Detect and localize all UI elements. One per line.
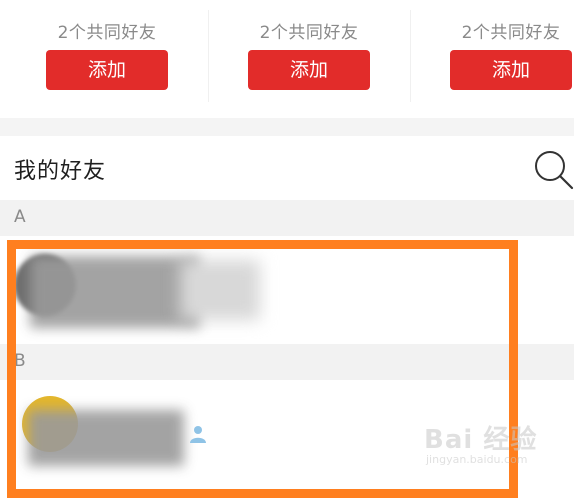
suggested-friend-card: 2个共同好友 添加 [416, 0, 574, 110]
mutual-friends-count: 2个共同好友 [57, 23, 157, 43]
suggested-friend-card: 2个共同好友 添加 [214, 0, 404, 110]
mutual-friends-count: 2个共同好友 [259, 23, 359, 43]
add-friend-button[interactable]: 添加 [46, 50, 168, 90]
add-friend-button[interactable]: 添加 [450, 50, 572, 90]
section-spacer [0, 118, 574, 136]
search-icon[interactable] [530, 146, 574, 190]
blurred-friend-name [28, 410, 184, 466]
blurred-friend-detail [180, 260, 260, 320]
add-friend-button[interactable]: 添加 [248, 50, 370, 90]
section-letter: A [14, 207, 26, 227]
suggested-friends-row: 2个共同好友 添加 2个共同好友 添加 2个共同好友 添加 [0, 0, 574, 118]
section-header-a: A [0, 200, 574, 236]
friend-list-item[interactable] [0, 380, 574, 491]
my-friends-title: 我的好友 [14, 159, 107, 184]
card-divider [410, 10, 411, 102]
person-icon [188, 424, 208, 444]
my-friends-header: 我的好友 [0, 136, 574, 200]
card-divider [208, 10, 209, 102]
mutual-friends-count: 2个共同好友 [461, 23, 561, 43]
friend-list-item[interactable] [0, 236, 574, 344]
blurred-friend-name [30, 256, 200, 328]
suggested-friend-card: 2个共同好友 添加 [12, 0, 202, 110]
section-header-b: B [0, 344, 574, 380]
section-letter: B [14, 351, 26, 371]
